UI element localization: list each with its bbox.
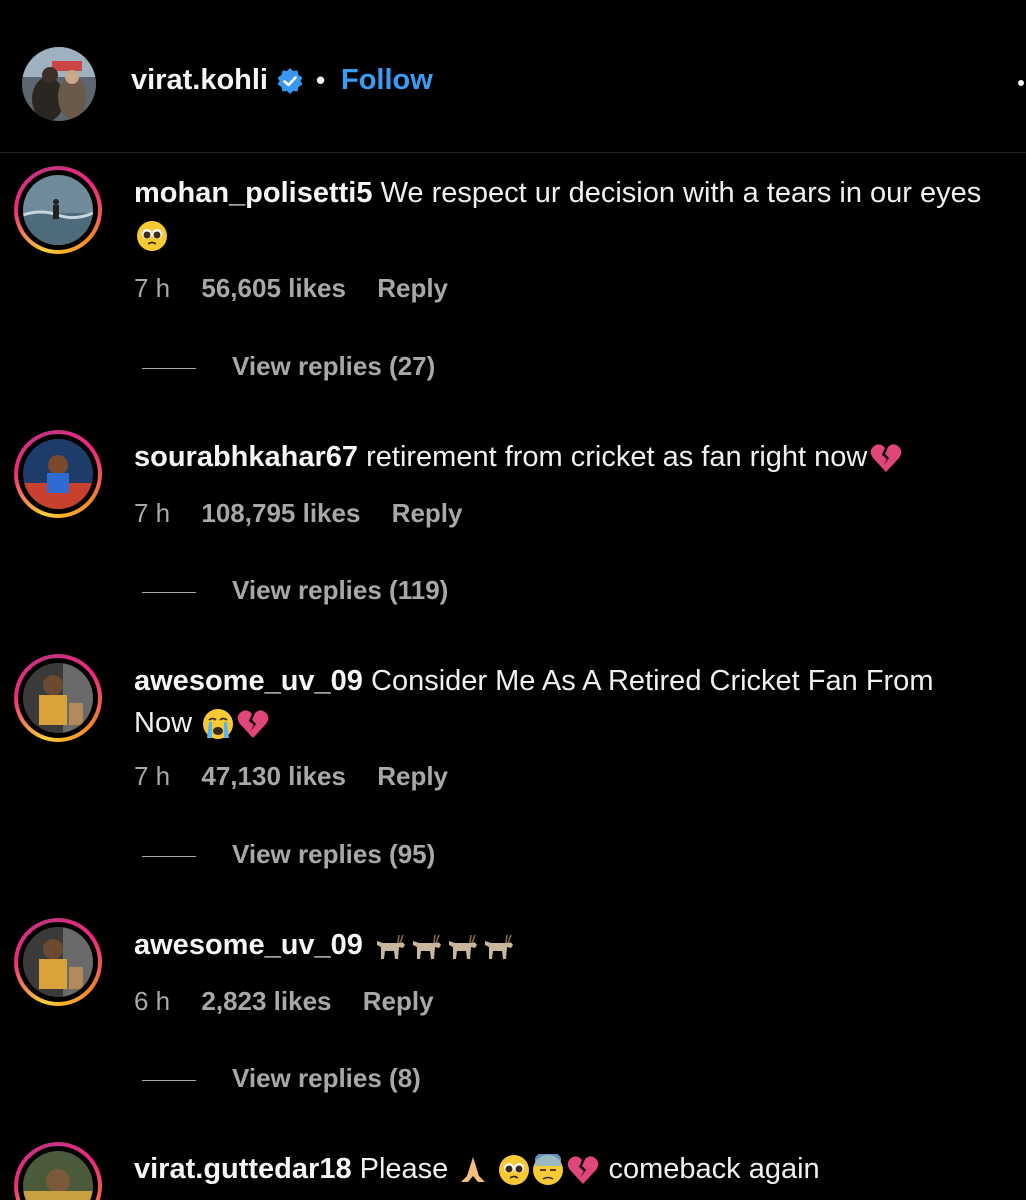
view-replies-label: View replies (8) — [232, 1063, 421, 1093]
view-replies-button[interactable]: View replies (8) — [142, 1062, 421, 1094]
comment-body: mohan_polisetti5 We respect ur decision … — [134, 172, 994, 256]
reply-button[interactable]: Reply — [392, 498, 463, 528]
comment-likes[interactable]: 47,130 likes — [201, 761, 346, 791]
view-replies-label: View replies (119) — [232, 575, 449, 605]
comment-body: awesome_uv_09 Consider Me As A Retired C… — [134, 660, 994, 744]
comment-body: awesome_uv_09 — [134, 924, 994, 966]
reply-button[interactable]: Reply — [377, 273, 448, 303]
replies-divider — [142, 591, 196, 593]
follow-button[interactable]: Follow — [341, 62, 433, 98]
commenter-avatar — [23, 175, 93, 245]
broken-heart-emoji-icon — [568, 1156, 599, 1185]
comment-text-continued: comeback again — [608, 1153, 820, 1185]
broken-heart-emoji-icon — [237, 710, 269, 739]
replies-divider — [142, 855, 196, 857]
author-username[interactable]: virat.kohli — [131, 62, 268, 98]
comment-likes[interactable]: 56,605 likes — [201, 273, 346, 303]
view-replies-label: View replies (95) — [232, 839, 436, 869]
goat-emoji-icon — [413, 935, 441, 960]
comment-likes[interactable]: 2,823 likes — [201, 986, 331, 1016]
reply-button[interactable]: Reply — [363, 986, 434, 1016]
comment-meta: 7 h 56,605 likes Reply — [134, 272, 472, 304]
comment-username[interactable]: awesome_uv_09 — [134, 665, 363, 697]
comments-screen: virat.kohli • Follow mohan_polisetti5 We… — [0, 0, 1026, 1200]
author-avatar[interactable] — [22, 47, 96, 121]
comment-body: virat.guttedar18 Please comeback again — [134, 1148, 994, 1190]
comment-time: 7 h — [134, 761, 171, 791]
comment-username[interactable]: sourabhkahar67 — [134, 441, 358, 473]
story-ring[interactable] — [14, 166, 102, 254]
post-header: virat.kohli • Follow — [0, 0, 1026, 153]
view-replies-label: View replies (27) — [232, 351, 436, 381]
verified-badge-icon — [277, 68, 303, 94]
pleading-face-emoji-icon — [499, 1155, 530, 1186]
commenter-avatar — [23, 439, 93, 509]
comment-username[interactable]: mohan_polisetti5 — [134, 177, 373, 209]
replies-divider — [142, 367, 196, 369]
comment-time: 7 h — [134, 498, 171, 528]
separator-dot: • — [316, 65, 326, 95]
comment-meta: 7 h 108,795 likes Reply — [134, 497, 486, 529]
comment-username[interactable]: awesome_uv_09 — [134, 929, 363, 961]
story-ring[interactable] — [14, 654, 102, 742]
comment-likes[interactable]: 108,795 likes — [201, 498, 360, 528]
view-replies-button[interactable]: View replies (95) — [142, 838, 435, 870]
comment-meta: 7 h 47,130 likes Reply — [134, 760, 472, 792]
replies-divider — [142, 1079, 196, 1081]
commenter-avatar — [23, 663, 93, 733]
folded-hands-emoji-icon — [461, 1157, 486, 1183]
downcast-sweat-face-emoji-icon — [533, 1154, 564, 1186]
reply-button[interactable]: Reply — [377, 761, 448, 791]
crying-face-emoji-icon — [203, 709, 234, 740]
story-ring[interactable] — [14, 1142, 102, 1200]
story-ring[interactable] — [14, 430, 102, 518]
story-ring[interactable] — [14, 918, 102, 1006]
goat-emoji-icon — [449, 935, 477, 960]
comment-meta: 6 h 2,823 likes Reply — [134, 985, 458, 1017]
view-replies-button[interactable]: View replies (119) — [142, 574, 448, 606]
goat-emoji-icon — [485, 935, 513, 960]
comment-text: We respect ur decision with a tears in o… — [380, 177, 982, 209]
comment-username[interactable]: virat.guttedar18 — [134, 1153, 352, 1185]
comment-time: 6 h — [134, 986, 171, 1016]
goat-emoji-icon — [377, 935, 405, 960]
commenter-avatar — [23, 927, 93, 997]
pleading-face-emoji-icon — [137, 221, 167, 252]
comment-text: retirement from cricket as fan right now — [366, 441, 868, 473]
view-replies-button[interactable]: View replies (27) — [142, 350, 435, 382]
comment-body: sourabhkahar67 retirement from cricket a… — [134, 436, 994, 478]
commenter-avatar — [23, 1151, 93, 1200]
broken-heart-emoji-icon — [871, 444, 902, 473]
comment-time: 7 h — [134, 273, 171, 303]
comment-text: Please — [359, 1153, 449, 1185]
more-options-icon[interactable] — [1018, 80, 1024, 86]
